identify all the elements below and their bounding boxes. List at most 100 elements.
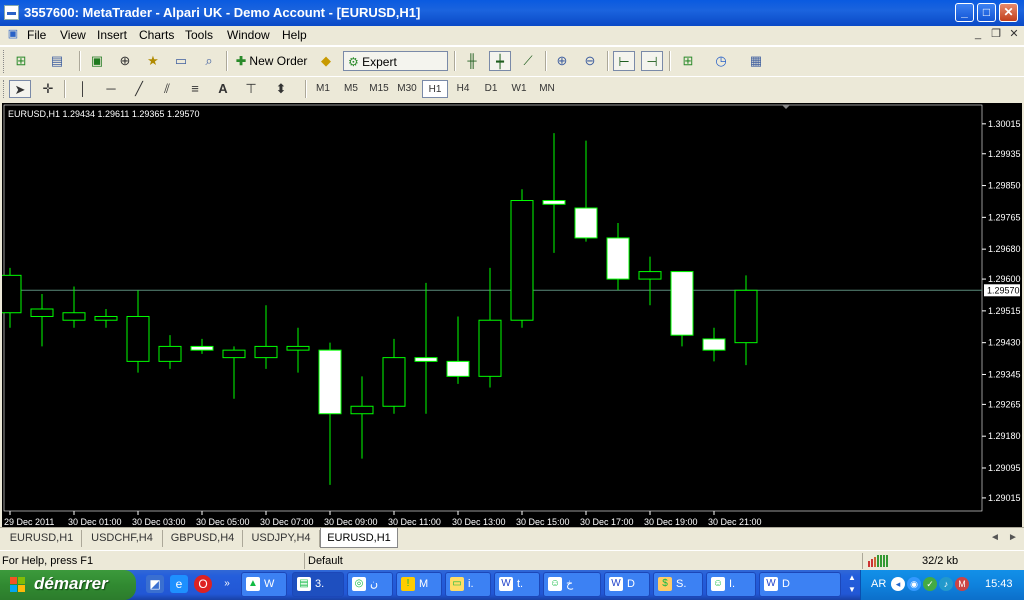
navigator-icon[interactable]: ★ bbox=[142, 51, 164, 71]
candle-body bbox=[446, 360, 470, 377]
start-button[interactable]: démarrer bbox=[0, 570, 136, 600]
timeframe-w1[interactable]: W1 bbox=[506, 80, 532, 98]
taskbar-item[interactable]: ☺ خ bbox=[543, 572, 601, 597]
mdi-close-button[interactable]: ✕ bbox=[1007, 28, 1021, 41]
taskbar-item[interactable]: ▭ i. bbox=[445, 572, 491, 597]
alert-icon[interactable]: ◆ bbox=[315, 51, 337, 71]
tab-next-arrow-icon[interactable]: ► bbox=[1008, 532, 1018, 543]
timeframe-m5[interactable]: M5 bbox=[338, 80, 364, 98]
expert-advisors-icon: ⚙ bbox=[348, 55, 359, 69]
menu-view[interactable]: View bbox=[60, 28, 86, 42]
maximize-button[interactable]: □ bbox=[977, 3, 996, 22]
bar-chart-icon[interactable]: ╫ bbox=[461, 51, 483, 71]
text-label-icon[interactable]: ⊤ bbox=[240, 80, 262, 98]
fibonacci-icon[interactable]: ≡ bbox=[184, 80, 206, 98]
indicators-icon[interactable]: ⊞ bbox=[677, 51, 699, 71]
candle-body bbox=[734, 289, 758, 344]
taskbar-scroll-arrows-icon[interactable]: ▲ ▼ bbox=[846, 572, 858, 596]
tray-volume-icon[interactable]: ♪ bbox=[939, 577, 953, 591]
tab-prev-arrow-icon[interactable]: ◄ bbox=[990, 532, 1000, 543]
templates-icon[interactable]: ▦ bbox=[745, 51, 767, 71]
timeframe-mn[interactable]: MN bbox=[534, 80, 560, 98]
taskbar-item[interactable]: ☺ I. bbox=[706, 572, 756, 597]
quicklaunch-show-desktop-icon[interactable]: ◩ bbox=[146, 575, 164, 593]
taskbar-item-metatrader[interactable]: ▤ 3. bbox=[292, 572, 344, 597]
new-chart-icon[interactable]: ⊞ bbox=[10, 51, 32, 71]
tab-usdchf-h4[interactable]: USDCHF,H4 bbox=[82, 530, 163, 547]
terminal-icon[interactable]: ▭ bbox=[170, 51, 192, 71]
chart-shift-icon[interactable]: ⊢ bbox=[613, 51, 635, 71]
language-indicator[interactable]: AR bbox=[871, 578, 886, 590]
y-tick-label: 1.29850 bbox=[988, 181, 1021, 191]
trendline-icon[interactable]: ╱ bbox=[128, 80, 150, 98]
tab-usdjpy-h4[interactable]: USDJPY,H4 bbox=[243, 530, 320, 547]
task-label: خ bbox=[566, 578, 574, 590]
zoom-out-icon[interactable]: ⊖ bbox=[579, 51, 601, 71]
quicklaunch-more-icon[interactable]: » bbox=[218, 575, 236, 593]
menu-file[interactable]: File bbox=[27, 28, 46, 42]
menu-help[interactable]: Help bbox=[282, 28, 307, 42]
text-tool-icon[interactable]: A bbox=[212, 80, 234, 98]
vertical-line-icon[interactable]: │ bbox=[72, 80, 94, 98]
menu-window[interactable]: Window bbox=[227, 28, 270, 42]
tray-antivirus-icon[interactable]: M bbox=[955, 577, 969, 591]
close-button[interactable]: ✕ bbox=[999, 3, 1018, 22]
strategy-tester-icon[interactable]: ⌕ bbox=[198, 51, 220, 71]
tab-eurusd-h1[interactable]: EURUSD,H1 bbox=[2, 530, 82, 547]
timeframe-d1[interactable]: D1 bbox=[478, 80, 504, 98]
x-tick-label: 30 Dec 01:00 bbox=[68, 517, 122, 527]
new-order-button[interactable]: ✚ New Order bbox=[232, 51, 312, 71]
timeframe-h4[interactable]: H4 bbox=[450, 80, 476, 98]
menu-charts[interactable]: Charts bbox=[139, 28, 174, 42]
menu-insert[interactable]: Insert bbox=[97, 28, 127, 42]
timeframe-m30[interactable]: M30 bbox=[394, 80, 420, 98]
autoscroll-icon[interactable]: ⊣ bbox=[641, 51, 663, 71]
candle-body bbox=[158, 345, 182, 362]
taskbar-item[interactable]: Wt. bbox=[494, 572, 540, 597]
x-tick-label: 30 Dec 15:00 bbox=[516, 517, 570, 527]
menu-tools[interactable]: Tools bbox=[185, 28, 213, 42]
zoom-in-icon[interactable]: ⊕ bbox=[551, 51, 573, 71]
tray-arrow-icon[interactable]: ◂ bbox=[891, 577, 905, 591]
timeframe-h1[interactable]: H1 bbox=[422, 80, 448, 98]
timeframe-m1[interactable]: M1 bbox=[310, 80, 336, 98]
arrows-icon[interactable]: ⬍ bbox=[270, 80, 292, 98]
data-window-icon[interactable]: ⊕ bbox=[114, 51, 136, 71]
quicklaunch-ie-icon[interactable]: e bbox=[170, 575, 188, 593]
taskbar-item[interactable]: $ S. bbox=[653, 572, 703, 597]
horizontal-line-icon[interactable]: ─ bbox=[100, 80, 122, 98]
tab-gbpusd-h4[interactable]: GBPUSD,H4 bbox=[163, 530, 243, 547]
taskbar-item[interactable]: ! M bbox=[396, 572, 442, 597]
toolbar-grip[interactable] bbox=[3, 50, 7, 73]
periods-icon[interactable]: ◷ bbox=[710, 51, 732, 71]
mdi-minimize-button[interactable]: _ bbox=[971, 28, 985, 41]
taskbar-item[interactable]: WD bbox=[759, 572, 841, 597]
cursor-icon[interactable]: ➤ bbox=[9, 80, 31, 98]
task-app-icon: ▤ bbox=[297, 577, 311, 592]
quicklaunch-opera-icon[interactable]: O bbox=[194, 575, 212, 593]
price-chart[interactable]: EURUSD,H1 1.29434 1.29611 1.29365 1.2957… bbox=[2, 103, 1022, 527]
crosshair-icon[interactable]: ✛ bbox=[37, 80, 59, 98]
x-tick-label: 30 Dec 05:00 bbox=[196, 517, 250, 527]
toolbar-grip[interactable] bbox=[3, 80, 7, 98]
tray-network-icon[interactable]: ◉ bbox=[907, 577, 921, 591]
x-tick-label: 30 Dec 03:00 bbox=[132, 517, 186, 527]
minimize-button[interactable]: _ bbox=[955, 3, 974, 22]
timeframe-m15[interactable]: M15 bbox=[366, 80, 392, 98]
current-price-label: 1.29570 bbox=[987, 285, 1020, 295]
tab-eurusd-h1-active[interactable]: EURUSD,H1 bbox=[320, 528, 398, 548]
task-label: M bbox=[419, 578, 429, 590]
mdi-chart-icon[interactable]: ▣ bbox=[6, 28, 20, 41]
line-chart-icon[interactable]: ⟋ bbox=[517, 51, 539, 71]
equidistant-channel-icon[interactable]: ⫽ bbox=[156, 80, 178, 98]
expert-advisors-button[interactable]: ⚙ Expert Advisors bbox=[343, 51, 448, 89]
taskbar-item[interactable]: WD bbox=[604, 572, 650, 597]
tray-security-icon[interactable]: ✓ bbox=[923, 577, 937, 591]
candlestick-chart-icon[interactable]: ┿ bbox=[489, 51, 511, 71]
taskbar-item[interactable]: ◎ ن bbox=[347, 572, 393, 597]
market-watch-icon[interactable]: ▣ bbox=[86, 51, 108, 71]
mdi-restore-button[interactable]: ❐ bbox=[989, 28, 1003, 41]
taskbar-item[interactable]: ▲ W bbox=[241, 572, 287, 597]
profiles-icon[interactable]: ▤ bbox=[46, 51, 68, 71]
candle-body bbox=[2, 274, 22, 314]
